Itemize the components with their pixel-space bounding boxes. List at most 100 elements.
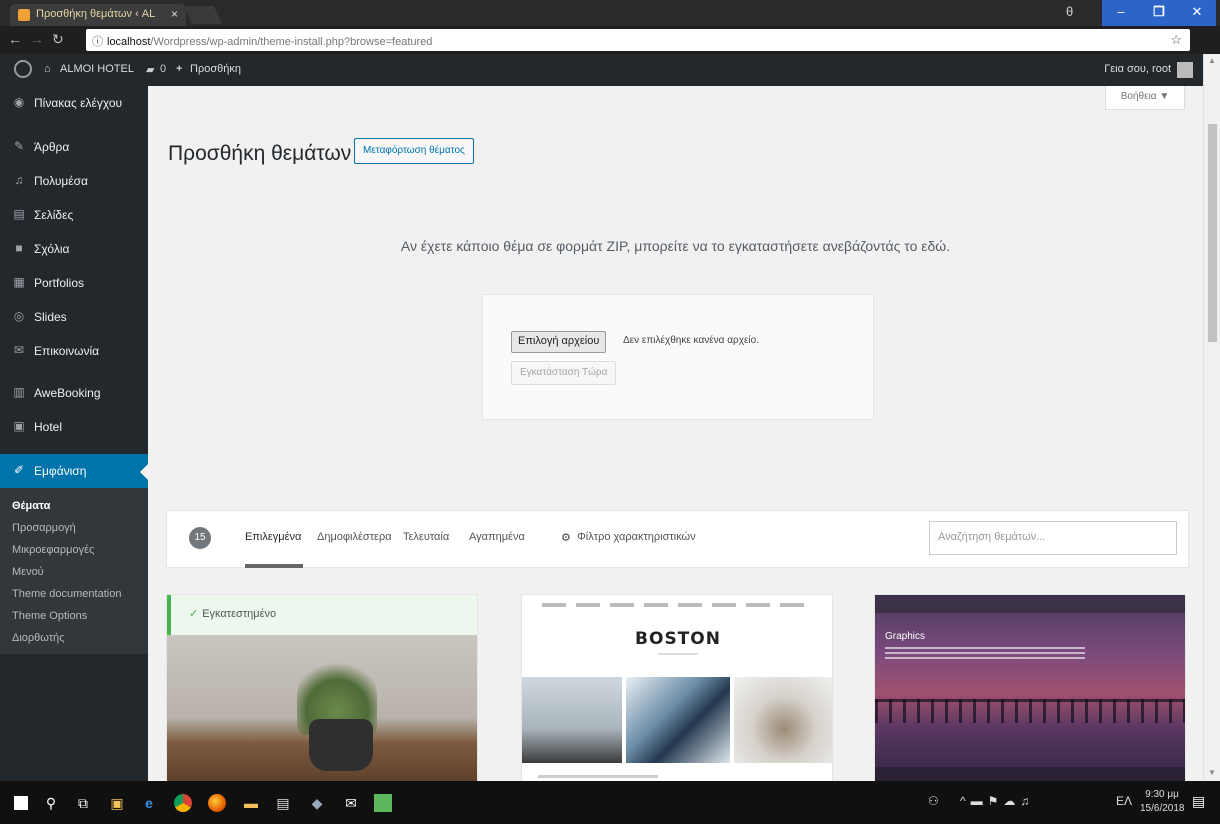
chrome-browser-icon[interactable]: [172, 792, 194, 814]
theme-card[interactable]: BOSTON: [521, 594, 833, 781]
sidebar-item-appearance[interactable]: ✐ Εμφάνιση: [0, 454, 148, 488]
preview-nav-bar: [542, 603, 812, 607]
search-icon[interactable]: ⚲: [40, 792, 62, 814]
scroll-down-arrow-icon[interactable]: ▼: [1208, 768, 1216, 777]
appearance-submenu: Θέματα Προσαρμογή Μικροεφαρμογές Μενού T…: [0, 488, 148, 654]
sidebar-item-label: Εμφάνιση: [34, 464, 87, 478]
submenu-item-menus[interactable]: Μενού: [0, 562, 148, 584]
bridge-image: [875, 699, 1185, 723]
site-name-link[interactable]: ALMOI HOTEL: [60, 63, 134, 75]
pages-icon: ▤: [13, 207, 25, 221]
sidebar-item-label: Σελίδες: [34, 208, 74, 222]
file-explorer-icon[interactable]: ▬: [240, 792, 262, 814]
mail-icon[interactable]: ✉: [340, 792, 362, 814]
preview-image: [626, 677, 730, 763]
page-scrollbar[interactable]: ▲ ▼: [1203, 54, 1220, 781]
app-icon[interactable]: ◆: [306, 792, 328, 814]
firefox-browser-icon[interactable]: [206, 792, 228, 814]
filter-tab-latest[interactable]: Τελευταία: [403, 531, 449, 543]
edge-browser-icon[interactable]: e: [138, 792, 160, 814]
notifications-icon[interactable]: ▤: [1192, 793, 1205, 810]
help-tab-button[interactable]: Βοήθεια ▼: [1105, 86, 1185, 110]
theme-search-input[interactable]: Αναζήτηση θεμάτων...: [929, 521, 1177, 555]
tab-close-icon[interactable]: ×: [171, 7, 178, 21]
sidebar-item-label: Σχόλια: [34, 242, 70, 256]
theme-card[interactable]: ✓ Εγκατεστημένο: [166, 594, 478, 781]
green-app-icon[interactable]: [372, 792, 394, 814]
system-tray-icons[interactable]: ^▬⚑☁♫: [960, 794, 1034, 808]
windows-taskbar: ⚲ ⧉ ▣ e ▬ ▤ ◆ ✉ ⚇ ^▬⚑☁♫ ΕΛ 9:30 μμ 15/6/…: [0, 781, 1220, 824]
theme-card[interactable]: Graphics: [874, 594, 1186, 781]
store-icon[interactable]: ▣: [106, 792, 128, 814]
sidebar-item-posts[interactable]: ✎ Άρθρα: [0, 130, 148, 164]
windows-start-icon[interactable]: [10, 792, 32, 814]
admin-sidebar: ◉ Πίνακας ελέγχου ✎ Άρθρα ♫ Πολυμέσα ▤ Σ…: [0, 86, 148, 781]
people-icon[interactable]: ⚇: [928, 794, 939, 808]
sidebar-item-label: Επικοινωνία: [34, 344, 100, 358]
info-icon[interactable]: ⓘ: [92, 36, 103, 48]
booking-icon: ▥: [13, 385, 25, 399]
submenu-item-widgets[interactable]: Μικροεφαρμογές: [0, 540, 148, 562]
sidebar-item-label: AweBooking: [34, 386, 101, 400]
sidebar-item-awebooking[interactable]: ▥ AweBooking: [0, 376, 148, 410]
bookmark-star-icon[interactable]: ☆: [1170, 32, 1182, 48]
comments-count[interactable]: 0: [160, 63, 166, 75]
gear-icon[interactable]: ⚙: [561, 531, 571, 544]
howdy-user-link[interactable]: Γεια σου, root: [1104, 63, 1171, 75]
task-view-icon[interactable]: ⧉: [72, 792, 94, 814]
scroll-up-arrow-icon[interactable]: ▲: [1208, 56, 1216, 65]
browser-tab[interactable]: Προσθήκη θεμάτων ‹ AL ×: [10, 4, 186, 26]
language-indicator[interactable]: ΕΛ: [1116, 794, 1132, 808]
new-tab-button[interactable]: [183, 6, 223, 24]
sidebar-item-dashboard[interactable]: ◉ Πίνακας ελέγχου: [0, 86, 148, 120]
theme-screenshot[interactable]: [167, 635, 477, 781]
window-minimize-button[interactable]: –: [1102, 0, 1140, 26]
profile-icon[interactable]: θ: [1066, 4, 1073, 19]
filter-tab-featured[interactable]: Επιλεγμένα: [245, 531, 301, 543]
submenu-item-customize[interactable]: Προσαρμογή: [0, 518, 148, 540]
pin-icon: ✎: [13, 139, 25, 153]
theme-screenshot[interactable]: Graphics: [875, 595, 1185, 781]
checkmark-icon: ✓: [189, 608, 199, 620]
wp-admin-bar: ⌂ ALMOI HOTEL ▰ 0 + Προσθήκη Γεια σου, r…: [0, 54, 1203, 86]
theme-filter-bar: 15 Επιλεγμένα Δημοφιλέστερα Τελευταία Αγ…: [166, 510, 1189, 568]
preview-top-bar: [875, 595, 1185, 613]
feature-filter-link[interactable]: Φίλτρο χαρακτηριστικών: [577, 531, 696, 543]
scrollbar-thumb[interactable]: [1208, 124, 1217, 342]
filter-tab-popular[interactable]: Δημοφιλέστερα: [317, 531, 392, 543]
window-maximize-button[interactable]: ❐: [1140, 0, 1178, 26]
reload-icon[interactable]: ↻: [52, 31, 64, 48]
main-content: Βοήθεια ▼ Προσθήκη θεμάτων Μεταφόρτωση θ…: [148, 86, 1203, 781]
sidebar-item-slides[interactable]: ◎ Slides: [0, 300, 148, 334]
filter-tab-favorites[interactable]: Αγαπημένα: [469, 531, 525, 543]
choose-file-button[interactable]: Επιλογή αρχείου: [511, 331, 607, 353]
plus-icon[interactable]: +: [176, 63, 182, 75]
upload-theme-button[interactable]: Μεταφόρτωση θέματος: [354, 138, 474, 164]
sidebar-item-media[interactable]: ♫ Πολυμέσα: [0, 164, 148, 198]
window-close-button[interactable]: ✕: [1178, 0, 1216, 26]
sidebar-item-pages[interactable]: ▤ Σελίδες: [0, 198, 148, 232]
clock[interactable]: 9:30 μμ 15/6/2018: [1140, 788, 1185, 816]
forward-arrow-icon[interactable]: →: [30, 31, 44, 47]
theme-screenshot[interactable]: BOSTON: [522, 595, 832, 781]
media-icon: ♫: [14, 173, 24, 187]
sidebar-item-portfolios[interactable]: ▦ Portfolios: [0, 266, 148, 300]
submenu-item-themes[interactable]: Θέματα: [0, 496, 148, 518]
sidebar-item-contact[interactable]: ✉ Επικοινωνία: [0, 334, 148, 368]
back-arrow-icon[interactable]: ←: [8, 31, 22, 47]
home-icon[interactable]: ⌂: [44, 63, 51, 75]
submenu-item-theme-options[interactable]: Theme Options: [0, 606, 148, 628]
sidebar-item-hotel[interactable]: ▣ Hotel: [0, 410, 148, 444]
wordpress-logo-icon[interactable]: [14, 60, 32, 78]
avatar[interactable]: [1177, 62, 1193, 78]
submenu-item-theme-documentation[interactable]: Theme documentation: [0, 584, 148, 606]
document-icon[interactable]: ▤: [272, 792, 294, 814]
new-content-link[interactable]: Προσθήκη: [190, 63, 241, 75]
submenu-item-editor[interactable]: Διορθωτής: [0, 628, 148, 650]
sidebar-item-label: Πολυμέσα: [34, 174, 88, 188]
install-now-button[interactable]: Εγκατάσταση Τώρα: [511, 361, 617, 385]
comment-bubble-icon[interactable]: ▰: [146, 63, 154, 76]
browser-tabstrip: Προσθήκη θεμάτων ‹ AL × θ – ❐ ✕: [0, 0, 1220, 26]
sidebar-item-comments[interactable]: ■ Σχόλια: [0, 232, 148, 266]
address-bar[interactable]: ⓘ localhost/Wordpress/wp-admin/theme-inst…: [86, 29, 1190, 51]
